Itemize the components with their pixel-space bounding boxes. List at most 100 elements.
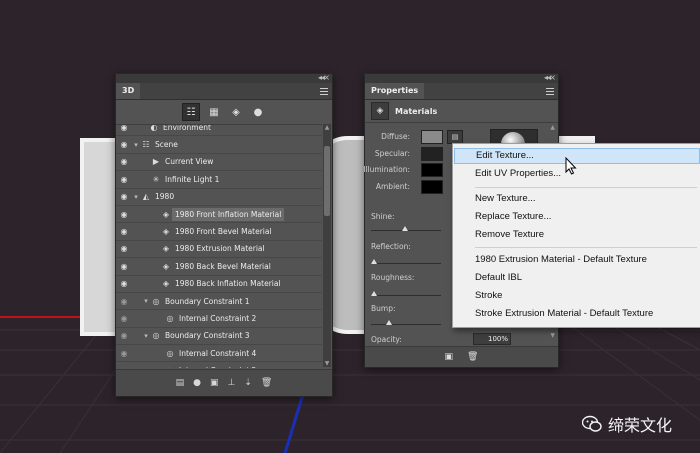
layer-row[interactable]: ◉ ◎ Internal Constraint 4: [116, 345, 322, 363]
constraint-icon: ◎: [152, 296, 160, 306]
trash-icon[interactable]: 🗑: [261, 378, 272, 388]
expand-chevron-icon[interactable]: ▾: [132, 141, 140, 149]
layer-scrollbar[interactable]: ▲ ▼: [323, 124, 331, 367]
menu-item-new-texture[interactable]: New Texture...: [475, 191, 536, 207]
constraint-icon: ◎: [166, 348, 174, 358]
layer-row[interactable]: ◉ ◎Internal Constraint 5: [116, 362, 322, 368]
scene-filter-icon[interactable]: ☷: [182, 103, 200, 121]
layer-row[interactable]: ◉ ◈ 1980 Back Inflation Material: [116, 276, 322, 293]
texture-folder-icon[interactable]: ▤: [447, 130, 463, 144]
layer-row[interactable]: ◉ ▾ ◎ Boundary Constraint 3: [116, 328, 322, 346]
layer-row[interactable]: ◉ ▾ ◭ 1980: [116, 189, 322, 206]
layer-name: Current View: [165, 157, 214, 167]
reflection-slider[interactable]: [371, 263, 441, 264]
layer-list: ◉ ◐ Environment ◉ ▾ ☷ Scene ◉ ▶ Current View ◉ ✳ Inf…: [116, 124, 322, 368]
opacity-field[interactable]: 100%: [473, 333, 511, 345]
layer-row[interactable]: ◉ ✳ Infinite Light 1: [116, 171, 322, 189]
visibility-eye-icon[interactable]: ◉: [116, 314, 132, 323]
ambient-label: Ambient:: [375, 182, 410, 191]
layer-row[interactable]: ◉ ◈ 1980 Extrusion Material: [116, 241, 322, 259]
environment-icon: ◐: [150, 124, 158, 132]
mouse-cursor-icon: [565, 157, 577, 175]
section-title: Materials: [395, 106, 438, 116]
visibility-eye-icon[interactable]: ◉: [116, 349, 132, 358]
ground-icon[interactable]: ⊥: [228, 378, 236, 388]
light-add-icon[interactable]: ●: [193, 378, 201, 388]
menu-item-default-ibl[interactable]: Default IBL: [475, 270, 522, 286]
expand-chevron-icon[interactable]: ▾: [132, 193, 140, 201]
tab-properties[interactable]: Properties: [365, 83, 425, 99]
scroll-down-icon[interactable]: ▼: [323, 360, 331, 367]
filter-toolbar: ☷ ▦ ◈ ●: [116, 100, 332, 124]
menu-item-stroke-extrusion-default-texture[interactable]: Stroke Extrusion Material - Default Text…: [475, 306, 653, 322]
layer-row[interactable]: ◉ ◐ Environment: [116, 124, 322, 137]
layer-row[interactable]: ◉ ▾ ☷ Scene: [116, 136, 322, 154]
visibility-eye-icon[interactable]: ◉: [116, 262, 132, 271]
render-icon[interactable]: ▣: [210, 378, 219, 388]
move-icon[interactable]: ⇣: [244, 378, 252, 388]
render-icon[interactable]: ▣: [445, 352, 454, 362]
layer-row[interactable]: ◉ ▾ ◎ Boundary Constraint 1: [116, 293, 322, 311]
ambient-color-swatch[interactable]: [421, 180, 443, 194]
roughness-slider-knob[interactable]: [371, 291, 377, 296]
layer-row[interactable]: ◉ ◈ 1980 Back Bevel Material: [116, 258, 322, 276]
visibility-eye-icon[interactable]: ◉: [116, 192, 132, 201]
wechat-logo-icon: [582, 415, 602, 432]
material-icon: ◈: [162, 209, 170, 219]
panel-3d-titlebar[interactable]: ◂◂ ×: [116, 73, 332, 83]
material-icon[interactable]: ◈: [371, 102, 389, 120]
diffuse-color-swatch[interactable]: [421, 130, 443, 144]
roughness-slider[interactable]: [371, 295, 441, 296]
scene-icon: ☷: [142, 140, 150, 150]
scroll-down-icon[interactable]: ▼: [550, 332, 555, 339]
visibility-eye-icon[interactable]: ◉: [116, 157, 132, 166]
close-icon[interactable]: ×: [549, 73, 556, 82]
menu-item-stroke[interactable]: Stroke: [475, 288, 502, 304]
illumination-color-swatch[interactable]: [421, 163, 443, 177]
trash-icon[interactable]: 🗑: [467, 352, 478, 362]
panel-properties-titlebar[interactable]: ◂◂ ×: [365, 73, 558, 83]
visibility-eye-icon[interactable]: ◉: [116, 331, 132, 340]
layer-row[interactable]: ◉ ◈ 1980 Front Inflation Material: [116, 206, 322, 224]
menu-item-replace-texture[interactable]: Replace Texture...: [475, 209, 551, 225]
scroll-up-icon[interactable]: ▲: [550, 124, 555, 131]
bump-slider-knob[interactable]: [386, 320, 392, 325]
visibility-eye-icon[interactable]: ◉: [116, 366, 132, 368]
layer-row[interactable]: ◉ ◈ 1980 Front Bevel Material: [116, 223, 322, 241]
layer-name: 1980: [155, 192, 175, 202]
watermark: 缔荣文化: [582, 412, 672, 436]
panel-menu-icon[interactable]: [320, 86, 328, 95]
expand-chevron-icon[interactable]: ▾: [142, 297, 150, 305]
reflection-slider-knob[interactable]: [371, 259, 377, 264]
layer-row[interactable]: ◉ ◎ Internal Constraint 2: [116, 310, 322, 328]
expand-chevron-icon[interactable]: ▾: [142, 332, 150, 340]
tab-3d[interactable]: 3D: [116, 83, 141, 99]
material-filter-icon[interactable]: ◈: [228, 104, 244, 120]
light-filter-icon[interactable]: ●: [250, 104, 266, 120]
visibility-eye-icon[interactable]: ◉: [116, 175, 132, 184]
visibility-eye-icon[interactable]: ◉: [116, 125, 132, 132]
visibility-eye-icon[interactable]: ◉: [116, 140, 132, 149]
menu-item-edit-uv-properties[interactable]: Edit UV Properties...: [475, 166, 561, 182]
menu-item-edit-texture[interactable]: Edit Texture...: [454, 148, 700, 164]
specular-color-swatch[interactable]: [421, 147, 443, 161]
scroll-up-icon[interactable]: ▲: [323, 124, 331, 131]
visibility-eye-icon[interactable]: ◉: [116, 244, 132, 253]
layer-name: Environment: [163, 124, 211, 132]
visibility-eye-icon[interactable]: ◉: [116, 210, 132, 219]
camera-icon: ▶: [152, 157, 160, 167]
visibility-eye-icon[interactable]: ◉: [116, 279, 132, 288]
shine-slider-knob[interactable]: [402, 226, 408, 231]
mesh-icon[interactable]: ▤: [176, 378, 185, 388]
visibility-eye-icon[interactable]: ◉: [116, 297, 132, 306]
layer-row[interactable]: ◉ ▶ Current View: [116, 154, 322, 172]
close-icon[interactable]: ×: [323, 73, 330, 82]
menu-item-extrusion-default-texture[interactable]: 1980 Extrusion Material - Default Textur…: [475, 252, 647, 268]
scroll-thumb[interactable]: [324, 146, 330, 216]
mesh-filter-icon[interactable]: ▦: [206, 104, 222, 120]
visibility-eye-icon[interactable]: ◉: [116, 227, 132, 236]
layer-name: Internal Constraint 5: [176, 364, 259, 368]
bump-slider[interactable]: [371, 324, 441, 325]
menu-item-remove-texture[interactable]: Remove Texture: [475, 227, 544, 243]
panel-menu-icon[interactable]: [546, 86, 554, 95]
